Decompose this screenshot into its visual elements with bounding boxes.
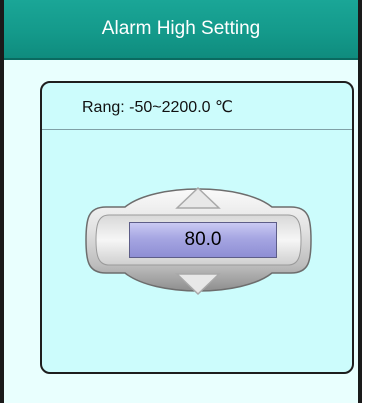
alarm-high-setting-window: Alarm High Setting Rang: -50~2200.0 ℃ 80… [0, 0, 362, 403]
range-label: Rang: -50~2200.0 ℃ [82, 99, 233, 116]
increase-button[interactable] [173, 185, 223, 211]
value-stepper: 80.0 [85, 179, 312, 301]
up-arrow-icon [175, 186, 221, 209]
decrease-button[interactable] [173, 271, 223, 297]
setting-panel: Rang: -50~2200.0 ℃ 80.0 [40, 81, 354, 374]
title-bar: Alarm High Setting [4, 0, 358, 60]
range-row: Rang: -50~2200.0 ℃ [42, 83, 352, 130]
value-display[interactable]: 80.0 [129, 222, 277, 258]
window-title: Alarm High Setting [101, 18, 261, 39]
down-arrow-icon [175, 273, 221, 296]
